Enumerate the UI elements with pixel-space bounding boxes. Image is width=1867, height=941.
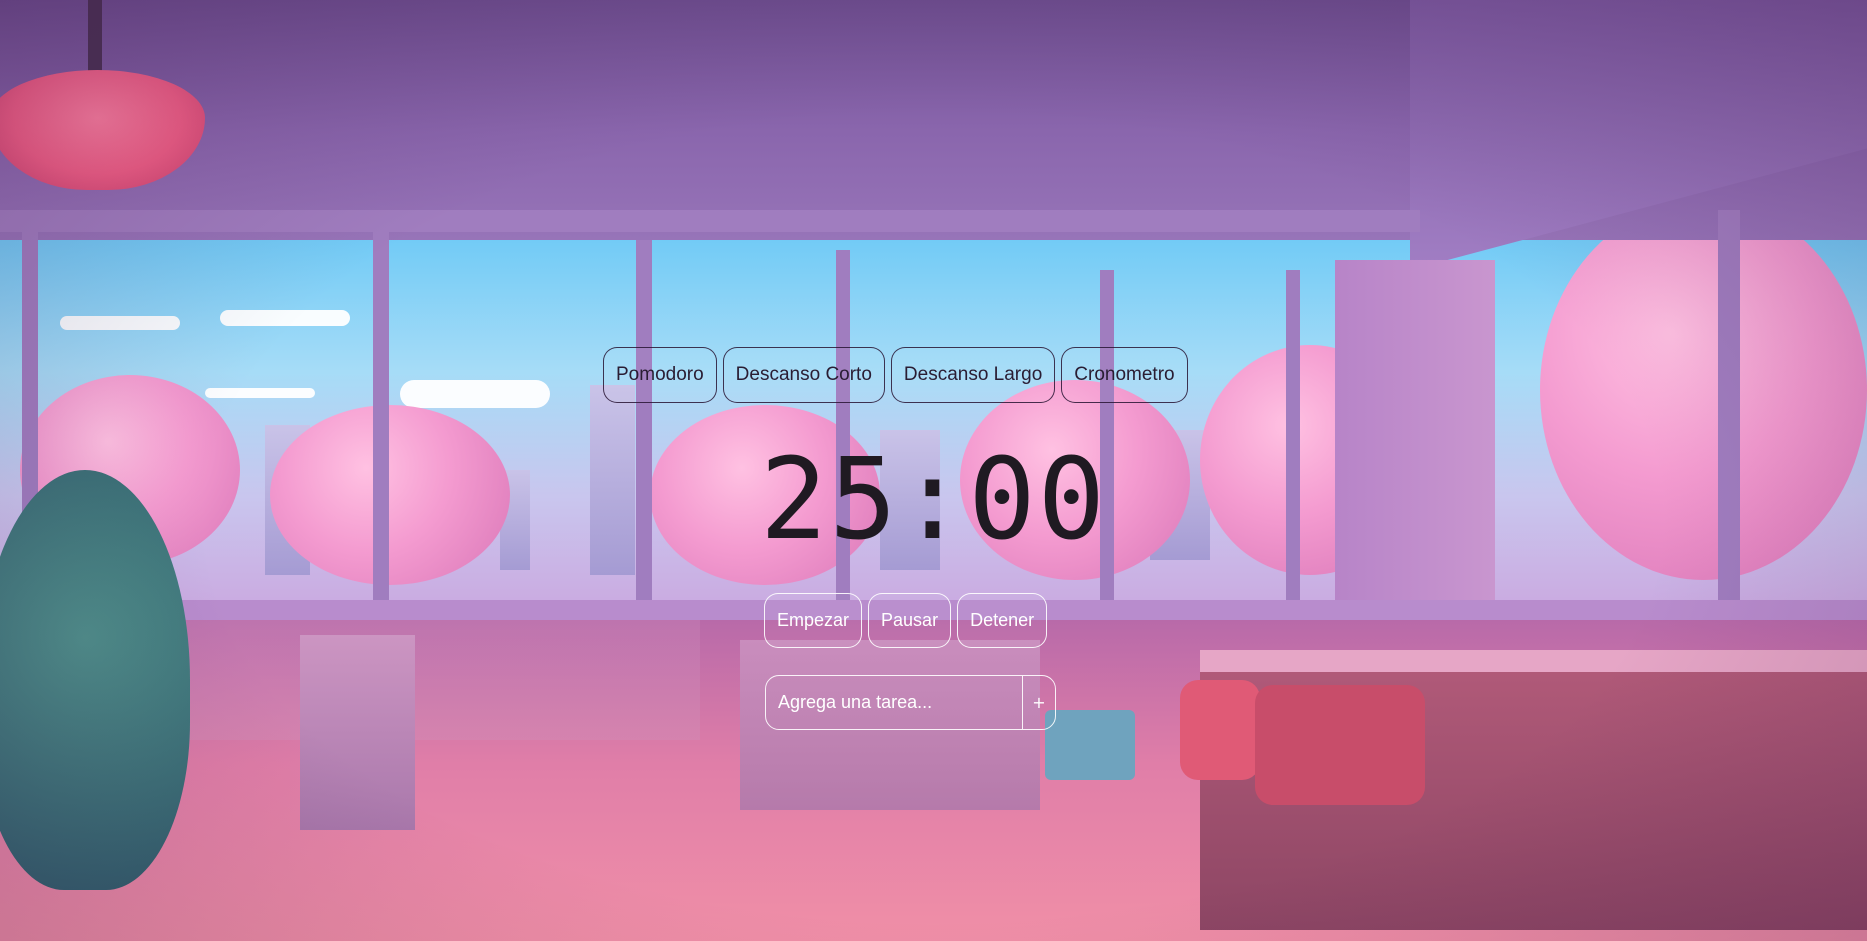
tab-descanso-corto[interactable]: Descanso Corto — [722, 347, 885, 403]
mode-tabs: Pomodoro Descanso Corto Descanso Largo C… — [603, 347, 1188, 403]
pause-button[interactable]: Pausar — [868, 593, 952, 648]
task-input[interactable] — [766, 676, 1022, 729]
stop-button[interactable]: Detener — [957, 593, 1048, 648]
add-task-button[interactable]: + — [1022, 676, 1055, 729]
timer-display: 25:00 — [759, 435, 1108, 565]
tab-cronometro[interactable]: Cronometro — [1061, 347, 1188, 403]
tab-descanso-largo[interactable]: Descanso Largo — [890, 347, 1056, 403]
timer-controls: Empezar Pausar Detener — [764, 593, 1048, 648]
start-button[interactable]: Empezar — [764, 593, 863, 648]
tab-pomodoro[interactable]: Pomodoro — [603, 347, 717, 403]
task-form: + — [765, 675, 1056, 730]
